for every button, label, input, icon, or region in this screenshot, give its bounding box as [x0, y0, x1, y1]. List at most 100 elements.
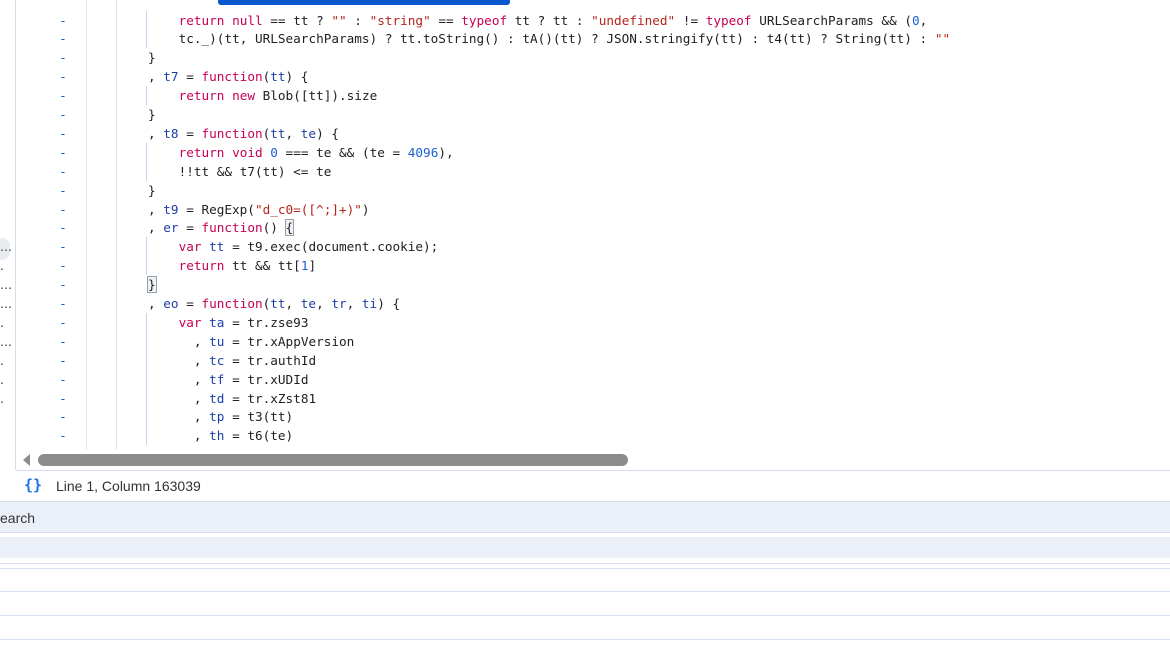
code-line[interactable]: - var ta = tr.zse93: [16, 312, 1170, 332]
code-token: "undefined": [591, 12, 676, 28]
code-token: ta: [209, 314, 225, 330]
code-token: ) {: [285, 69, 309, 85]
code-token: void: [232, 144, 263, 160]
code-token: ,: [919, 12, 928, 28]
code-line[interactable]: -}: [16, 181, 1170, 200]
code-line[interactable]: -}: [16, 48, 1170, 67]
indent-guide: [146, 161, 147, 181]
code-token: tr: [331, 296, 347, 311]
code-token: new: [232, 88, 255, 104]
code-line[interactable]: -, tc = tr.authId: [16, 350, 1170, 370]
code-line[interactable]: - !!tt && t7(tt) <= te: [16, 161, 1170, 181]
code-line[interactable]: - , eo = function(tt, te, tr, ti) {: [16, 294, 1170, 313]
divider: [0, 615, 1170, 616]
code-token: == tt ?: [262, 12, 332, 28]
code-text: , tu = tr.xAppVersion: [194, 332, 354, 351]
code-token: null: [232, 12, 263, 28]
code-token: return: [178, 258, 225, 274]
horizontal-scrollbar[interactable]: [16, 450, 1170, 469]
pretty-print-braces-icon[interactable]: {}: [24, 476, 42, 494]
code-line[interactable]: - , t7 = function(tt) {: [16, 67, 1170, 86]
code-token: tc._)(tt, URLSearchParams) ? tt.toString…: [178, 31, 935, 47]
code-token: te: [300, 125, 317, 141]
code-line[interactable]: -}: [16, 275, 1170, 294]
code-token: td: [209, 390, 225, 406]
code-line[interactable]: -, td = tr.xZst81: [16, 388, 1170, 408]
truncated-file-item[interactable]: .: [0, 392, 4, 406]
code-line[interactable]: -, tp = t3(tt): [16, 407, 1170, 427]
code-token: ,: [285, 125, 301, 141]
diff-marker: -: [59, 314, 67, 330]
diff-marker: -: [59, 107, 67, 122]
code-text: , t9 = RegExp("d_c0=([^;]+)"): [148, 200, 370, 219]
tab-search[interactable]: earch: [0, 510, 35, 526]
code-text: return tt && tt[1]: [179, 256, 317, 275]
code-line[interactable]: -, tu = tr.xAppVersion: [16, 331, 1170, 351]
code-token: function: [201, 220, 263, 236]
code-line[interactable]: - return void 0 === te && (te = 4096),: [16, 142, 1170, 162]
code-token: function: [201, 69, 263, 85]
code-text: !!tt && t7(tt) <= te: [179, 162, 332, 181]
code-token: = tr.xAppVersion: [224, 333, 355, 349]
code-line[interactable]: -}: [16, 105, 1170, 124]
indent-guide: [146, 407, 147, 427]
divider: [0, 639, 1170, 640]
diff-marker: -: [59, 12, 67, 28]
diff-marker: -: [59, 277, 67, 293]
truncated-file-item[interactable]: .: [0, 373, 4, 387]
code-text: }: [147, 275, 157, 294]
code-line[interactable]: - return tt && tt[1]: [16, 256, 1170, 276]
diff-marker: -: [59, 390, 67, 406]
code-token: return: [178, 12, 225, 28]
code-token: ,: [148, 69, 164, 85]
code-text: }: [148, 105, 156, 124]
code-text: , t8 = function(tt, te) {: [148, 124, 339, 143]
code-token: "": [934, 31, 951, 47]
truncated-file-item[interactable]: .: [0, 259, 4, 273]
truncated-file-item[interactable]: …: [0, 240, 12, 254]
code-line[interactable]: - var tt = t9.exec(document.cookie);: [16, 237, 1170, 257]
code-line[interactable]: - , t8 = function(tt, te) {: [16, 124, 1170, 143]
code-line[interactable]: -, th = t6(te): [16, 426, 1170, 446]
code-token: 0: [912, 12, 920, 28]
code-editor[interactable]: - return null == tt ? "" : "string" == ty…: [16, 0, 1170, 450]
code-token: URLSearchParams && (: [751, 12, 912, 28]
code-line[interactable]: -, tf = tr.xUDId: [16, 369, 1170, 389]
scrollbar-thumb[interactable]: [38, 454, 628, 466]
truncated-file-item[interactable]: .: [0, 354, 4, 368]
truncated-file-item[interactable]: …: [0, 335, 12, 349]
code-token: ==: [430, 12, 462, 28]
truncated-file-item[interactable]: .: [0, 316, 4, 330]
matched-bracket: }: [147, 276, 157, 294]
code-token: var: [178, 314, 202, 330]
diff-marker: -: [59, 239, 67, 255]
code-line[interactable]: -, t9 = RegExp("d_c0=([^;]+)"): [16, 200, 1170, 219]
code-token: ,: [148, 296, 164, 311]
code-token: ,: [193, 390, 210, 406]
cursor-position: Line 1, Column 163039: [56, 478, 201, 494]
code-token: }: [148, 50, 156, 66]
code-text: }: [148, 181, 156, 200]
indent-guide: [146, 350, 147, 370]
code-text: }: [148, 48, 156, 67]
code-line[interactable]: - return new Blob([tt]).size: [16, 86, 1170, 106]
code-text: , t7 = function(tt) {: [148, 67, 308, 86]
truncated-file-item[interactable]: …: [0, 297, 12, 311]
truncated-file-item[interactable]: …: [0, 278, 12, 292]
code-token: ,: [316, 296, 332, 311]
search-toolbar: [0, 537, 1170, 558]
code-line[interactable]: - tc._)(tt, URLSearchParams) ? tt.toStrin…: [16, 29, 1170, 49]
diff-marker: -: [59, 428, 67, 444]
code-token: eo: [163, 296, 179, 311]
code-token: tt: [270, 296, 286, 311]
diff-marker: -: [59, 50, 67, 66]
code-line[interactable]: -, er = function() {: [16, 218, 1170, 237]
code-line[interactable]: - return null == tt ? "" : "string" == ty…: [16, 10, 1170, 30]
code-token: tt ? tt :: [507, 12, 592, 28]
scroll-left-arrow-icon[interactable]: [23, 454, 30, 466]
code-token: return: [178, 88, 225, 104]
code-token: return: [178, 144, 225, 160]
code-text: return null == tt ? "" : "string" == typ…: [179, 11, 928, 30]
